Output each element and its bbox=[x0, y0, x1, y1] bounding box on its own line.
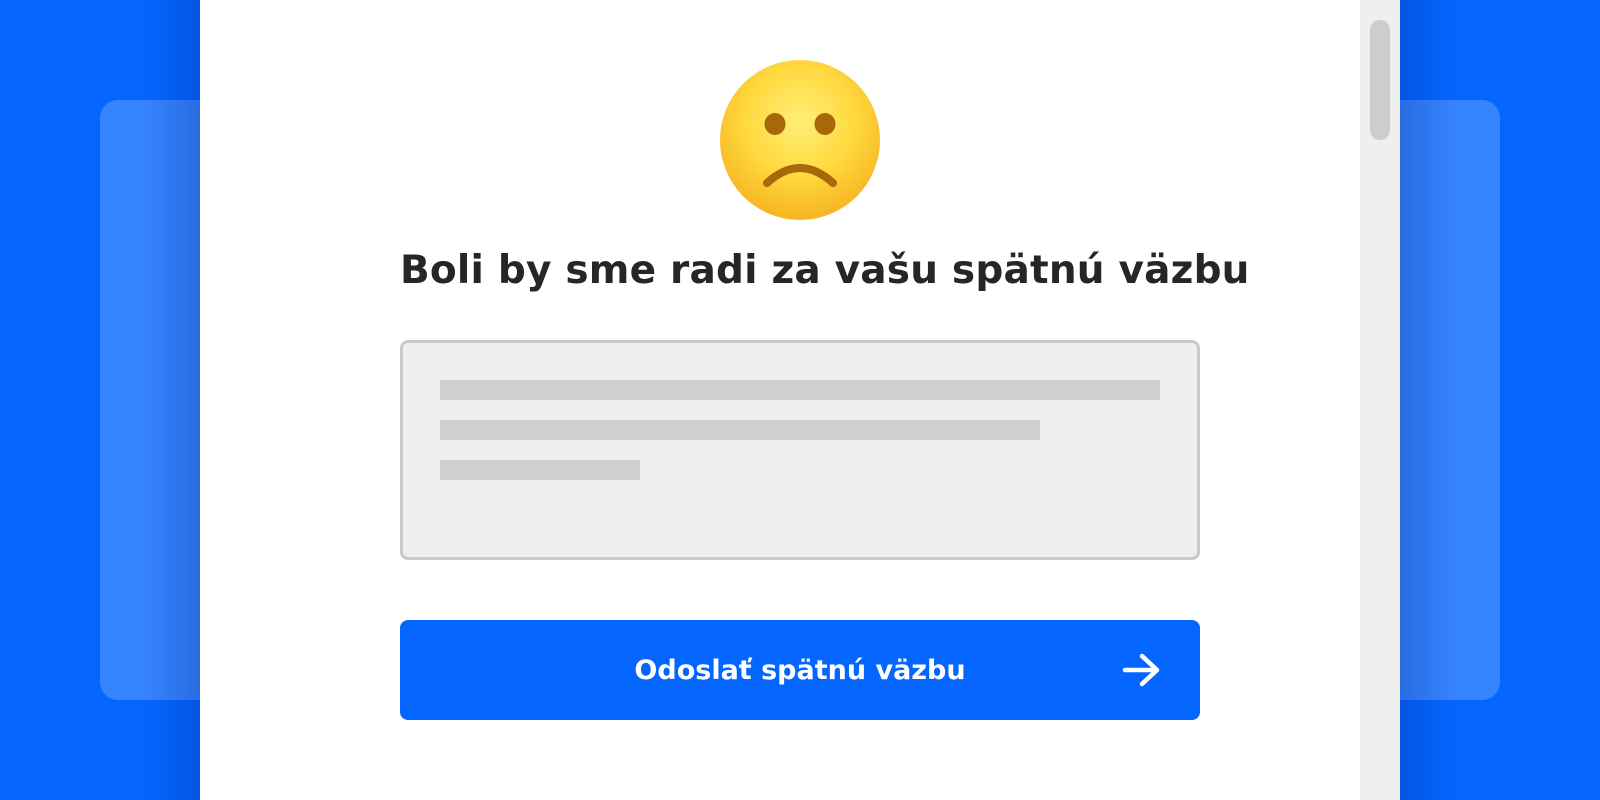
submit-button-label: Odoslať spätnú väzbu bbox=[634, 654, 966, 686]
scrollbar[interactable] bbox=[1360, 0, 1400, 800]
frowning-face-icon bbox=[720, 60, 880, 220]
feedback-content: Boli by sme radi za vašu spätnú väzbu Od… bbox=[400, 0, 1250, 800]
text-placeholder-line bbox=[440, 460, 640, 480]
text-placeholder-line bbox=[440, 380, 1160, 400]
submit-feedback-button[interactable]: Odoslať spätnú väzbu bbox=[400, 620, 1200, 720]
page-title: Boli by sme radi za vašu spätnú väzbu bbox=[400, 248, 1250, 293]
feedback-text-input[interactable] bbox=[400, 340, 1200, 560]
arrow-right-icon bbox=[1122, 653, 1160, 687]
scrollbar-thumb[interactable] bbox=[1370, 20, 1390, 140]
text-placeholder-line bbox=[440, 420, 1040, 440]
feedback-modal: Boli by sme radi za vašu spätnú väzbu Od… bbox=[200, 0, 1400, 800]
